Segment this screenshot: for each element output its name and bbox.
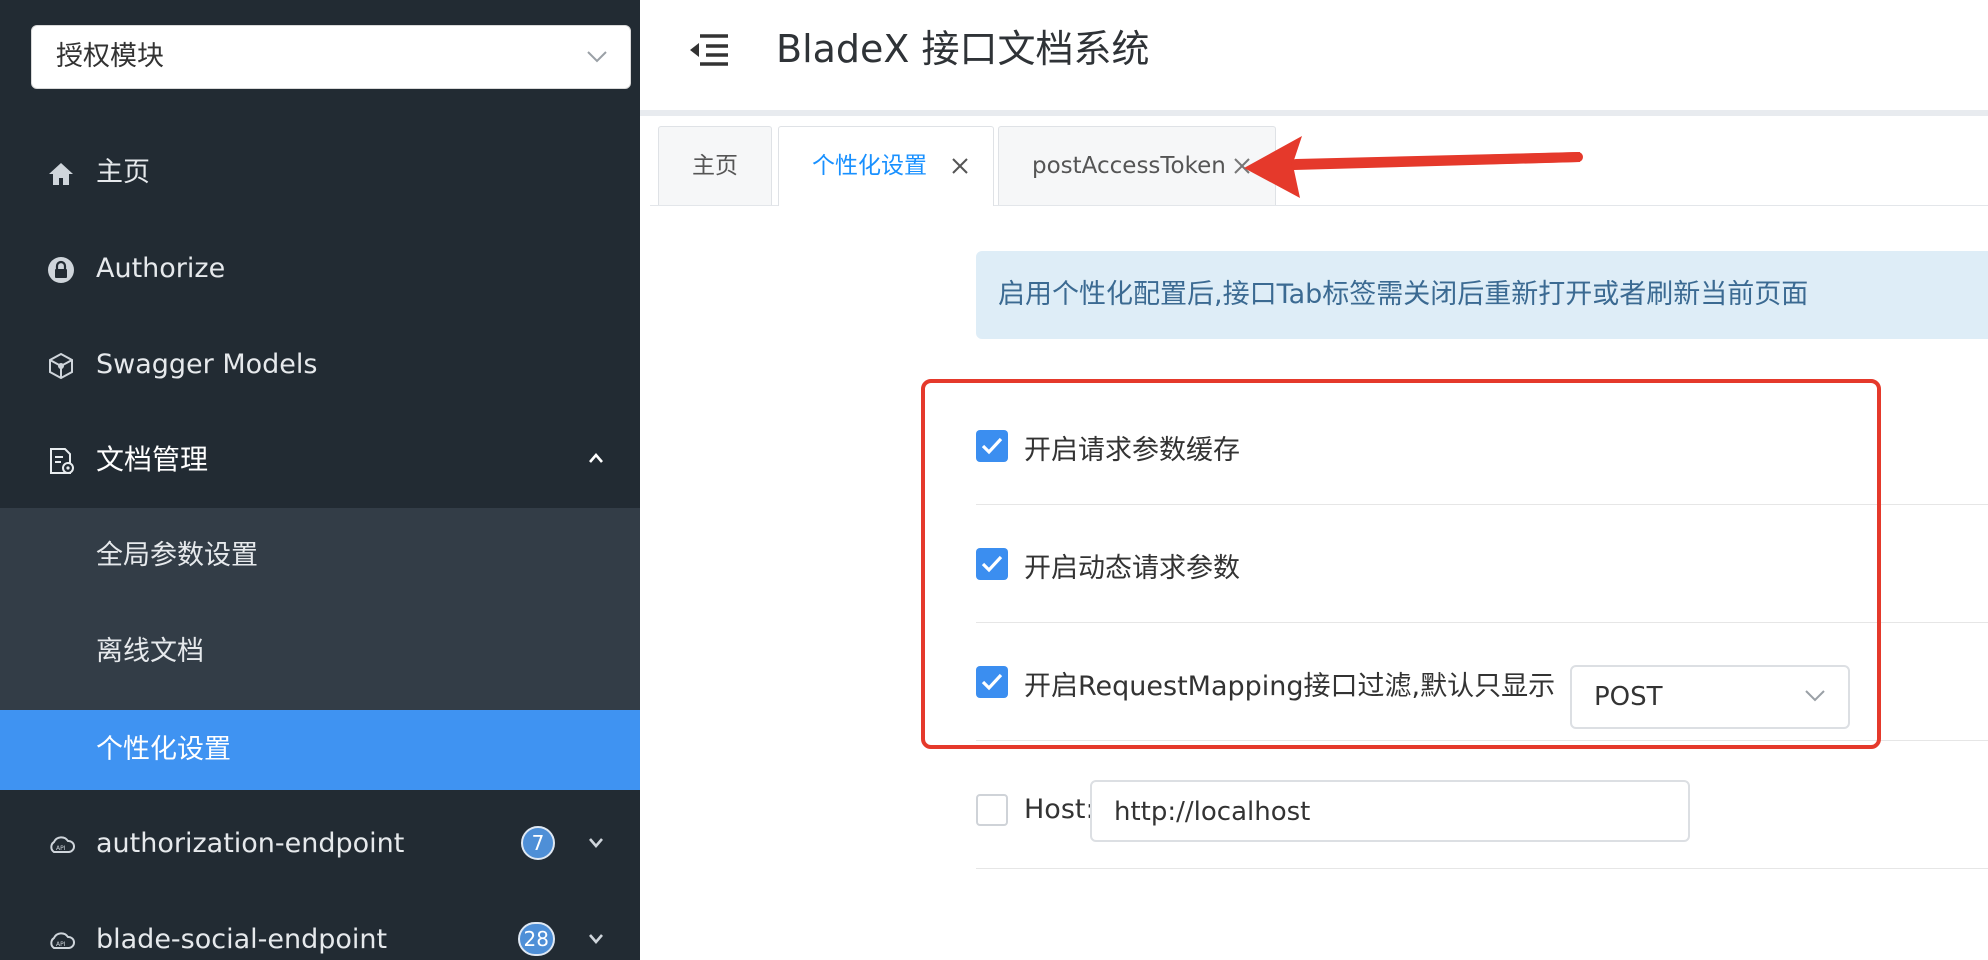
- host-field[interactable]: [1090, 780, 1690, 842]
- chevron-down-icon: [587, 51, 607, 63]
- host-input[interactable]: [1112, 782, 1676, 842]
- annotation-arrow: [1244, 136, 1583, 198]
- cloud-api-icon: API: [50, 932, 75, 949]
- close-icon[interactable]: [951, 157, 969, 175]
- sidebar-subitem-label: 离线文档: [96, 636, 204, 667]
- sidebar-item-blade-social-endpoint[interactable]: API blade-social-endpoint 28: [0, 892, 640, 960]
- host-label: Host:: [1024, 794, 1095, 825]
- sidebar-subitem-offline-docs[interactable]: 离线文档: [0, 604, 640, 700]
- page-title: BladeX 接口文档系统: [776, 27, 1150, 71]
- chevron-down-icon: [589, 838, 603, 848]
- notice-text: 启用个性化配置后,接口Tab标签需关闭后重新打开或者刷新当前页面: [998, 279, 1809, 310]
- chevron-down-icon: [589, 934, 603, 944]
- sidebar-item-label: 文档管理: [96, 443, 209, 476]
- sidebar-item-doc-management[interactable]: 文档管理: [0, 412, 640, 508]
- collapse-menu-icon[interactable]: [688, 32, 730, 68]
- tab-label: postAccessToken: [1032, 153, 1226, 179]
- home-icon: [49, 163, 73, 185]
- cloud-api-icon: API: [50, 836, 75, 853]
- cube-icon: [49, 352, 73, 380]
- sidebar-item-home[interactable]: 主页: [0, 125, 640, 221]
- sidebar-item-label: Swagger Models: [96, 349, 318, 380]
- tab-label: 个性化设置: [812, 153, 927, 179]
- tab-postaccesstoken[interactable]: postAccessToken: [998, 126, 1276, 205]
- sidebar-item-authorize[interactable]: Authorize: [0, 221, 640, 317]
- sidebar-item-label: Authorize: [96, 253, 226, 284]
- group-select[interactable]: 授权模块: [31, 25, 631, 89]
- svg-text:API: API: [56, 941, 66, 948]
- sidebar-item-swagger-models[interactable]: Swagger Models: [0, 317, 640, 413]
- tab-personalization[interactable]: 个性化设置: [778, 126, 994, 206]
- sidebar-item-label: authorization-endpoint: [96, 828, 405, 859]
- sidebar-subitem-global-params[interactable]: 全局参数设置: [0, 508, 640, 604]
- sidebar-item-label: 主页: [96, 157, 150, 188]
- app-header: BladeX 接口文档系统: [640, 0, 1988, 116]
- sidebar: 授权模块 主页 Authorize Swagger Models 文档管理 全局…: [0, 0, 640, 960]
- sidebar-item-label: blade-social-endpoint: [96, 924, 388, 955]
- chevron-up-icon: [589, 453, 603, 463]
- tab-label: 主页: [692, 153, 738, 179]
- svg-text:API: API: [56, 845, 66, 852]
- count-badge: 28: [517, 922, 555, 956]
- sidebar-subitem-label: 全局参数设置: [96, 540, 258, 571]
- lock-icon: [48, 257, 74, 283]
- count-badge: 7: [521, 826, 555, 860]
- tab-home[interactable]: 主页: [658, 126, 772, 205]
- setting-row-host: Host:: [976, 750, 1988, 869]
- sidebar-item-authorization-endpoint[interactable]: API authorization-endpoint 7: [0, 796, 640, 892]
- sidebar-subitem-personalization[interactable]: 个性化设置: [0, 710, 640, 790]
- group-select-value: 授权模块: [56, 41, 164, 72]
- sidebar-subitem-label: 个性化设置: [96, 734, 231, 765]
- annotation-highlight-box: [921, 379, 1881, 749]
- document-settings-icon: [50, 448, 74, 474]
- checkbox-host[interactable]: [976, 794, 1008, 826]
- info-notice: 启用个性化配置后,接口Tab标签需关闭后重新打开或者刷新当前页面: [976, 251, 1988, 339]
